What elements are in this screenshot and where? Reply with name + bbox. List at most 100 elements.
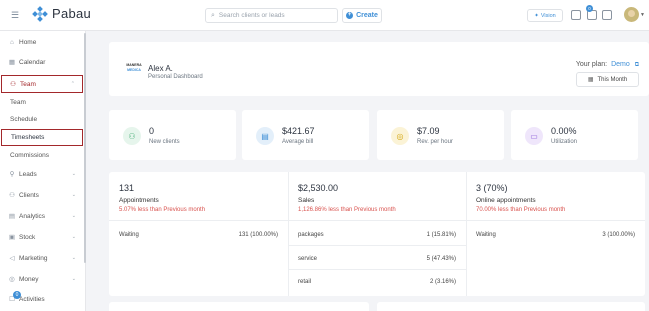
sidebar-subitem-label: Team [10, 99, 26, 106]
row-label: service [298, 256, 318, 262]
stat-label: New clients [149, 139, 180, 145]
inbox-icon[interactable] [602, 10, 612, 20]
row-value: 1 (15.81%) [426, 232, 456, 238]
plan-label: Your plan: [575, 61, 608, 68]
sidebar-item-label: Team [20, 80, 36, 88]
divider [288, 245, 466, 246]
summary-value: $2,530.00 [298, 183, 339, 193]
stat-label: Rev. per hour [417, 139, 453, 145]
vision-label: Vision [540, 12, 556, 19]
sidebar-subitem-label: Commissions [10, 152, 50, 159]
summary-appointments: 131 Appointments 5.07% less than Previou… [109, 172, 288, 296]
chevron-up-icon: ⌃ [70, 81, 75, 87]
activities-badge: 0 [13, 291, 21, 299]
sidebar-item-label: Analytics [19, 212, 46, 220]
search-box[interactable]: ⌕ [205, 8, 338, 23]
sidebar-item-calendar[interactable]: ▦ Calendar [0, 53, 84, 71]
sidebar-item-analytics[interactable]: ▤ Analytics ⌄ [0, 207, 84, 225]
search-input[interactable] [218, 12, 334, 19]
notification-badge: 0 [586, 5, 593, 12]
users-icon: ⚇ [123, 127, 141, 145]
user-name: Alex A. [148, 64, 173, 73]
stat-card-rev-per-hour: ◎ $7.09 Rev. per hour [377, 110, 504, 160]
chevron-down-icon: ⌄ [71, 234, 76, 240]
chevron-down-icon: ⌄ [71, 192, 76, 198]
dashboard-header: MANERA MEDICA Alex A. Personal Dashboard… [109, 42, 649, 96]
stat-value: $421.67 [282, 126, 315, 136]
chevron-down-icon: ⌄ [71, 171, 76, 177]
sidebar-subitem-team[interactable]: Team [0, 95, 84, 110]
home-icon: ⌂ [10, 38, 14, 46]
sidebar-item-team[interactable]: ⚇ Team ⌃ [1, 75, 83, 93]
summary-online-appointments: 3 (70%) Online appointments 70.00% less … [466, 172, 645, 296]
clinic-logo: MANERA MEDICA [126, 63, 142, 72]
sidebar-item-label: Leads [19, 170, 37, 178]
divider [466, 220, 645, 221]
sidebar: ⌂ Home ▦ Calendar ⚇ Team ⌃ Team Schedule… [0, 31, 86, 311]
sidebar-item-label: Marketing [19, 254, 48, 262]
stat-card-utilization: ▭ 0.00% Utilization [511, 110, 638, 160]
calendar-icon: ▦ [587, 77, 594, 83]
summary-name: Online appointments [476, 197, 536, 204]
summary-name: Sales [298, 197, 315, 204]
search-icon: ⌕ [211, 11, 215, 19]
calendar-icon[interactable] [571, 10, 581, 20]
row-label: Waiting [119, 232, 139, 238]
row-value: 131 (100.00%) [238, 232, 278, 238]
coins-icon: ◎ [391, 127, 409, 145]
stat-value: 0 [149, 126, 155, 136]
sidebar-item-money[interactable]: ◎ Money ⌄ [0, 270, 84, 288]
sidebar-item-home[interactable]: ⌂ Home [0, 33, 84, 51]
bottom-card-left [109, 302, 369, 311]
sidebar-subitem-timesheets[interactable]: Timesheets [1, 129, 83, 146]
app-logo[interactable]: Pabau [32, 5, 92, 22]
pabau-logo-icon [32, 5, 48, 22]
period-label: This Month [597, 76, 628, 83]
menu-icon[interactable]: ☰ [11, 10, 19, 21]
invoice-icon: ▤ [256, 127, 274, 145]
sidebar-subitem-schedule[interactable]: Schedule [0, 112, 84, 127]
chevron-down-icon[interactable]: ▼ [640, 12, 645, 18]
sidebar-item-label: Stock [19, 233, 36, 241]
folder-icon: ▭ [525, 127, 543, 145]
leads-icon: ⚲ [9, 171, 15, 178]
sidebar-subitem-commissions[interactable]: Commissions [0, 148, 84, 163]
user-avatar[interactable] [624, 7, 639, 22]
sidebar-item-clients[interactable]: ⚇ Clients ⌄ [0, 186, 84, 204]
plus-icon: + [346, 12, 354, 19]
money-icon: ◎ [9, 276, 15, 283]
divider [288, 220, 466, 221]
app-name: Pabau [52, 6, 92, 21]
sidebar-item-label: Money [19, 275, 39, 283]
stat-card-average-bill: ▤ $421.67 Average bill [242, 110, 369, 160]
sidebar-item-label: Home [19, 38, 37, 46]
plan-link[interactable]: Demo [611, 61, 630, 68]
summary-diff: 1,126.86% less than Previous month [298, 207, 396, 213]
divider [109, 220, 288, 221]
summary-value: 3 (70%) [476, 183, 508, 193]
top-bar: ☰ Pabau ⌕ + Create ✦ Vision 0 ▼ [0, 0, 649, 31]
row-label: packages [298, 232, 324, 238]
chevron-down-icon: ⌄ [71, 276, 76, 282]
summary-value: 131 [119, 183, 135, 193]
dashboard-subtitle: Personal Dashboard [148, 74, 203, 80]
row-value: 3 (100.00%) [602, 232, 635, 238]
plan-info: Your plan: Demo ⧉ [576, 61, 639, 69]
vision-button[interactable]: ✦ Vision [527, 9, 563, 22]
summary-name: Appointments [119, 197, 159, 204]
stat-card-new-clients: ⚇ 0 New clients [109, 110, 236, 160]
marketing-icon: ◁ [9, 255, 15, 262]
stat-label: Utilization [551, 139, 578, 145]
stat-value: 0.00% [551, 126, 577, 136]
create-button[interactable]: + Create [342, 8, 382, 23]
sidebar-item-marketing[interactable]: ◁ Marketing ⌄ [0, 249, 84, 267]
external-link-icon[interactable]: ⧉ [635, 62, 639, 68]
sidebar-item-stock[interactable]: ▣ Stock ⌄ [0, 228, 84, 246]
stat-value: $7.09 [417, 126, 440, 136]
sidebar-scrollbar[interactable] [84, 33, 86, 263]
divider [288, 269, 466, 270]
summary-diff: 70.00% less than Previous month [476, 207, 566, 213]
sidebar-item-leads[interactable]: ⚲ Leads ⌄ [0, 165, 84, 183]
chevron-down-icon: ⌄ [71, 213, 76, 219]
period-selector[interactable]: ▦ This Month [576, 72, 639, 87]
